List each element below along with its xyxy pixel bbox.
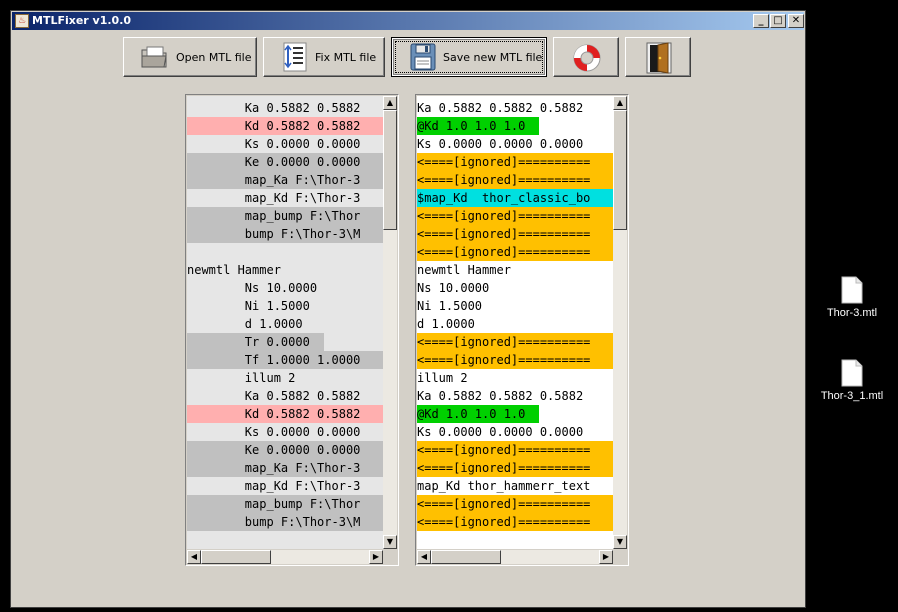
- original-line: Ni 1.5000: [187, 299, 310, 313]
- fixed-line: <====[ignored]==========: [417, 495, 613, 513]
- desktop-file-name: Thor-3_1.mtl: [820, 390, 884, 402]
- scroll-down-arrow-icon[interactable]: ▼: [383, 535, 397, 549]
- scroll-right-arrow-icon[interactable]: ▶: [599, 550, 613, 564]
- original-line: Ka 0.5882 0.5882: [187, 389, 361, 403]
- vertical-scroll-thumb[interactable]: [383, 110, 397, 230]
- desktop-file-name: Thor-3.mtl: [826, 307, 878, 319]
- java-app-icon: ♨: [15, 14, 29, 28]
- fixed-line: Ks 0.0000 0.0000 0.0000: [417, 425, 584, 439]
- original-line: newmtl Hammer: [187, 263, 281, 277]
- original-line: bump F:\Thor-3\M: [187, 225, 383, 243]
- original-line: map_bump F:\Thor: [187, 207, 383, 225]
- fix-mtl-label: Fix MTL file: [315, 51, 377, 64]
- scroll-up-arrow-icon[interactable]: ▲: [613, 96, 627, 110]
- original-horizontal-scrollbar[interactable]: ◀ ▶: [187, 550, 383, 564]
- lifebuoy-icon: [573, 44, 601, 72]
- open-folder-icon: [141, 46, 167, 68]
- fixed-line: Ka 0.5882 0.5882 0.5882: [417, 101, 584, 115]
- original-line: Tf 1.0000 1.0000: [187, 351, 383, 369]
- scroll-right-arrow-icon[interactable]: ▶: [369, 550, 383, 564]
- scroll-down-arrow-icon[interactable]: ▼: [613, 535, 627, 549]
- fixed-line: $map_Kd thor_classic_bo: [417, 189, 613, 207]
- original-mtl-panel: Ka 0.5882 0.5882 Kd 0.5882 0.5882 Ks 0.0…: [185, 94, 399, 566]
- fixed-line: <====[ignored]==========: [417, 225, 613, 243]
- fixed-line: Ka 0.5882 0.5882 0.5882: [417, 389, 584, 403]
- original-line: map_Ka F:\Thor-3: [187, 459, 383, 477]
- minimize-icon: _: [758, 15, 764, 26]
- original-line: Ns 10.0000: [187, 281, 318, 295]
- fixed-line: map_Kd thor_hammerr_text: [417, 479, 591, 493]
- desktop-file-thor3[interactable]: Thor-3.mtl: [812, 276, 892, 319]
- window-title: MTLFixer v1.0.0: [32, 14, 132, 27]
- fixed-line: illum 2: [417, 371, 468, 385]
- fixed-mtl-text-area[interactable]: Ka 0.5882 0.5882 0.5882 @Kd 1.0 1.0 1.0 Ks…: [417, 96, 613, 549]
- original-line: Kd 0.5882 0.5882: [187, 117, 383, 135]
- fixed-line: <====[ignored]==========: [417, 351, 613, 369]
- fixed-line: <====[ignored]==========: [417, 513, 613, 531]
- original-line: d 1.0000: [187, 317, 303, 331]
- fixed-line: d 1.0000: [417, 317, 475, 331]
- fixed-line: <====[ignored]==========: [417, 171, 613, 189]
- original-line: map_Kd F:\Thor-3: [187, 191, 361, 205]
- save-mtl-button[interactable]: Save new MTL file: [391, 37, 547, 77]
- fixed-line: newmtl Hammer: [417, 263, 511, 277]
- title-bar[interactable]: ♨ MTLFixer v1.0.0 _ □ ✕: [12, 12, 804, 30]
- original-mtl-text-area[interactable]: Ka 0.5882 0.5882 Kd 0.5882 0.5882 Ks 0.0…: [187, 96, 383, 549]
- original-line: Ka 0.5882 0.5882: [187, 101, 361, 115]
- exit-door-icon: [646, 42, 672, 74]
- fixed-line: <====[ignored]==========: [417, 441, 613, 459]
- scroll-left-arrow-icon[interactable]: ◀: [187, 550, 201, 564]
- desktop-file-thor3-1[interactable]: Thor-3_1.mtl: [812, 359, 892, 402]
- app-window: ♨ MTLFixer v1.0.0 _ □ ✕ Open MTL file Fi…: [10, 10, 806, 608]
- fix-mtl-button[interactable]: Fix MTL file: [263, 37, 385, 77]
- original-line: Ks 0.0000 0.0000: [187, 137, 361, 151]
- open-mtl-button[interactable]: Open MTL file: [123, 37, 257, 77]
- fixed-line: <====[ignored]==========: [417, 243, 613, 261]
- close-icon: ✕: [791, 15, 801, 26]
- scrollbar-corner: [613, 550, 627, 564]
- original-line: bump F:\Thor-3\M: [187, 513, 383, 531]
- original-line: Ks 0.0000 0.0000: [187, 425, 361, 439]
- minimize-button[interactable]: _: [753, 14, 769, 28]
- horizontal-scroll-thumb[interactable]: [201, 550, 271, 564]
- scrollbar-corner: [383, 550, 397, 564]
- original-line: Ke 0.0000 0.0000: [187, 441, 383, 459]
- vertical-scroll-thumb[interactable]: [613, 110, 627, 230]
- original-line: Tr 0.0000: [187, 333, 324, 351]
- fixed-mtl-panel: Ka 0.5882 0.5882 0.5882 @Kd 1.0 1.0 1.0 Ks…: [415, 94, 629, 566]
- fixed-line: Ns 10.0000: [417, 281, 490, 295]
- help-button[interactable]: [553, 37, 619, 77]
- fixed-vertical-scrollbar[interactable]: ▲ ▼: [613, 96, 627, 549]
- file-icon: [841, 359, 863, 387]
- maximize-icon: □: [773, 15, 783, 26]
- open-mtl-label: Open MTL file: [176, 51, 252, 64]
- fixed-line: <====[ignored]==========: [417, 459, 613, 477]
- fixed-line: <====[ignored]==========: [417, 153, 613, 171]
- fixed-line: Ks 0.0000 0.0000 0.0000: [417, 137, 584, 151]
- original-line: illum 2: [187, 371, 296, 385]
- original-line: map_bump F:\Thor: [187, 495, 383, 513]
- fixed-line: <====[ignored]==========: [417, 207, 613, 225]
- fixed-line: @Kd 1.0 1.0 1.0: [417, 405, 539, 423]
- fixed-line: Ni 1.5000: [417, 299, 483, 313]
- save-floppy-icon: [410, 43, 436, 71]
- horizontal-scroll-thumb[interactable]: [431, 550, 501, 564]
- original-line: map_Kd F:\Thor-3: [187, 479, 361, 493]
- exit-button[interactable]: [625, 37, 691, 77]
- fixed-line: @Kd 1.0 1.0 1.0: [417, 117, 539, 135]
- original-line: Ke 0.0000 0.0000: [187, 153, 383, 171]
- scroll-left-arrow-icon[interactable]: ◀: [417, 550, 431, 564]
- file-icon: [841, 276, 863, 304]
- fixed-horizontal-scrollbar[interactable]: ◀ ▶: [417, 550, 613, 564]
- original-line: [187, 243, 383, 261]
- save-mtl-label: Save new MTL file: [443, 51, 543, 64]
- original-line: Kd 0.5882 0.5882: [187, 405, 383, 423]
- original-vertical-scrollbar[interactable]: ▲ ▼: [383, 96, 397, 549]
- maximize-button[interactable]: □: [770, 14, 786, 28]
- close-button[interactable]: ✕: [788, 14, 804, 28]
- original-line: map_Ka F:\Thor-3: [187, 171, 383, 189]
- align-list-icon: [283, 42, 307, 72]
- scroll-up-arrow-icon[interactable]: ▲: [383, 96, 397, 110]
- fixed-line: <====[ignored]==========: [417, 333, 613, 351]
